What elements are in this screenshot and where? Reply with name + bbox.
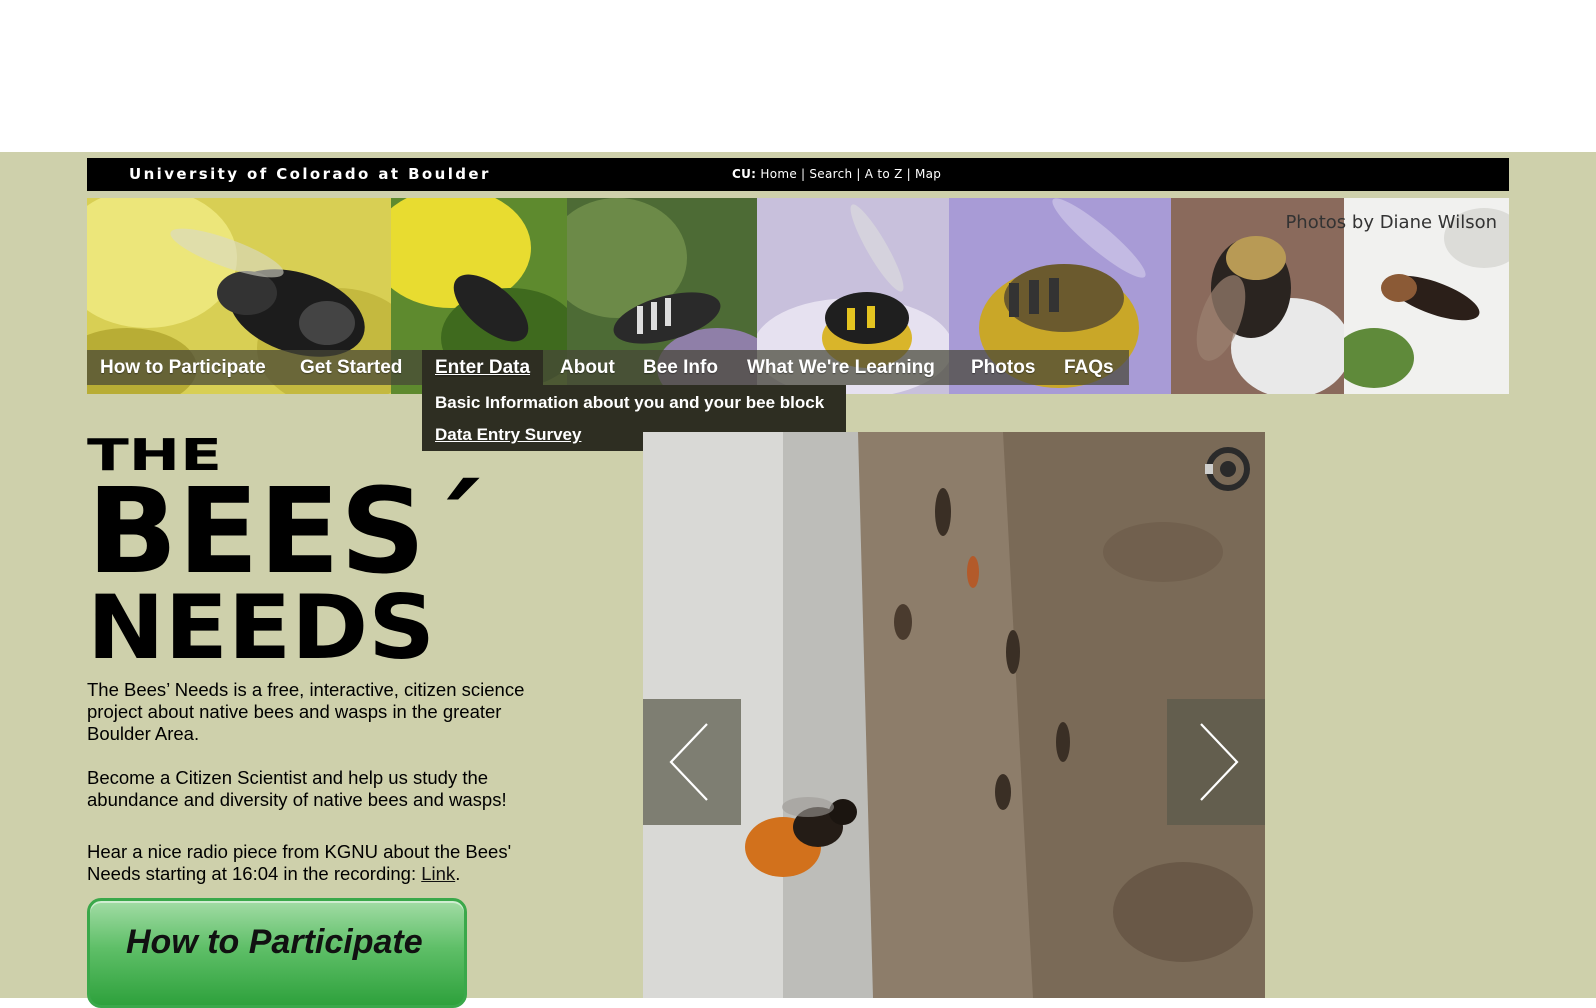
separator: | [801, 167, 806, 181]
slideshow-next-button[interactable] [1167, 699, 1265, 825]
cu-link-a-to-z[interactable]: A to Z [865, 167, 903, 181]
nav-photos[interactable]: Photos [971, 350, 1035, 385]
slideshow [643, 432, 1265, 998]
cu-link-search[interactable]: Search [809, 167, 852, 181]
cta-label: How to Participate [126, 923, 423, 961]
chevron-right-icon [1200, 723, 1239, 801]
nav-get-started[interactable]: Get Started [300, 350, 402, 385]
intro-paragraph-1: The Bees’ Needs is a free, interactive, … [87, 679, 525, 744]
separator: | [856, 167, 861, 181]
kgnu-link[interactable]: Link [421, 863, 455, 884]
nav-faqs[interactable]: FAQs [1064, 350, 1114, 385]
nav-enter-data[interactable]: Enter Data [422, 350, 544, 385]
nav-what-were-learning[interactable]: What We're Learning [747, 350, 935, 385]
separator: | [906, 167, 911, 181]
dropdown-basic-information[interactable]: Basic Information about you and your bee… [435, 393, 824, 413]
intro-paragraph-2: Become a Citizen Scientist and help us s… [87, 767, 507, 810]
slideshow-prev-button[interactable] [643, 699, 741, 825]
bees-needs-logo: THE BEES´ NEEDS [87, 430, 485, 662]
nav-how-to-participate[interactable]: How to Participate [100, 350, 266, 385]
main-nav: How to Participate Get Started Enter Dat… [87, 350, 1129, 385]
university-name[interactable]: University of Colorado at Boulder [129, 165, 491, 183]
cu-link-home[interactable]: Home [760, 167, 797, 181]
intro-paragraph-3: Hear a nice radio piece from KGNU about … [87, 841, 567, 885]
nav-bee-info[interactable]: Bee Info [643, 350, 718, 385]
cu-link-map[interactable]: Map [915, 167, 941, 181]
nav-about[interactable]: About [560, 350, 615, 385]
photo-credit: Photos by Diane Wilson [1285, 212, 1497, 233]
radio-text-end: . [455, 863, 461, 884]
university-bar: University of Colorado at Boulder CU: Ho… [87, 158, 1509, 191]
play-pause-icon[interactable] [1205, 446, 1251, 492]
logo-line-needs: NEEDS [87, 576, 435, 662]
how-to-participate-button[interactable]: How to Participate [87, 898, 467, 1008]
chevron-left-icon [669, 723, 708, 801]
cu-links: CU: Home | Search | A to Z | Map [732, 167, 941, 181]
cu-label: CU: [732, 167, 757, 181]
